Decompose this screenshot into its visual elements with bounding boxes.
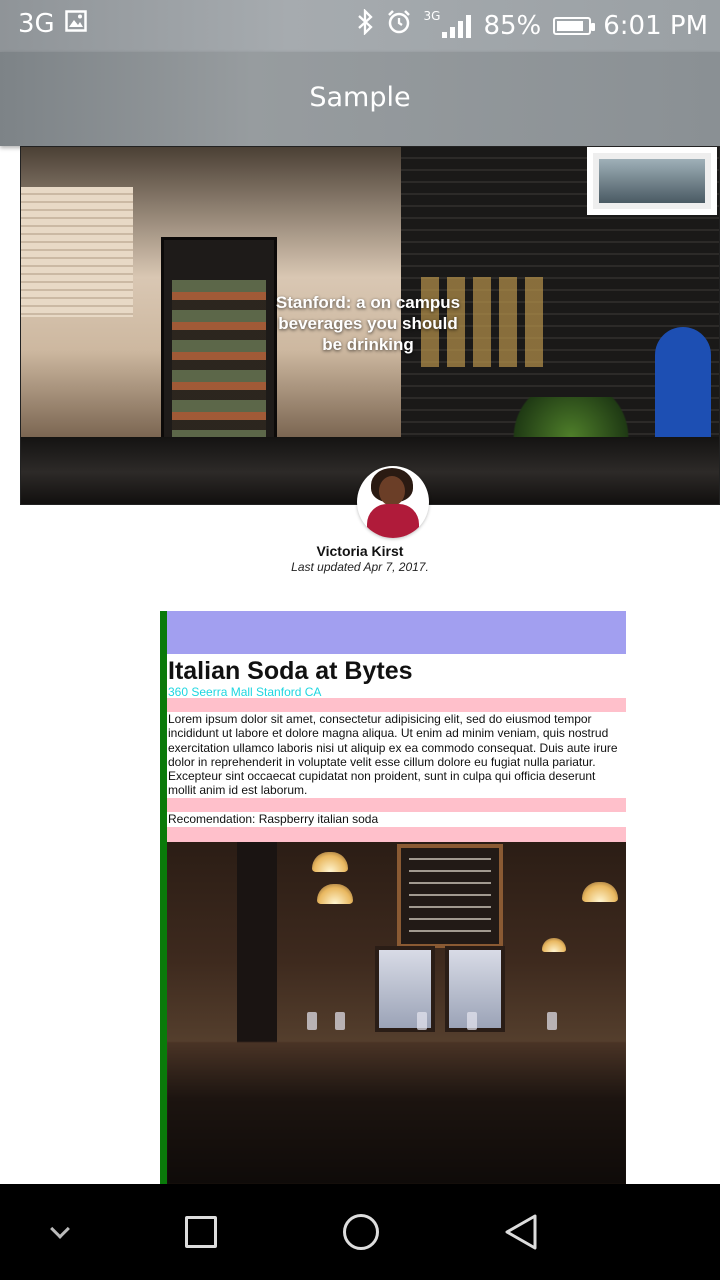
hero-title: Stanford: a on campus beverages you shou… [275,293,461,354]
network-small: 3G [423,8,441,23]
image-icon [64,9,87,39]
battery-percent: 85% [483,10,542,41]
bluetooth-icon [356,8,374,42]
home-circle-icon[interactable] [311,1184,411,1280]
alarm-icon [386,9,412,42]
status-left: 3G [18,9,87,39]
recommendation: Recomendation: Raspberry italian soda [168,812,379,826]
article-card: Italian Soda at Bytes 360 Seerra Mall St… [167,611,626,1184]
card-header-band [167,611,626,654]
chevron-down-icon[interactable] [10,1184,110,1280]
card-accent-bar [160,611,167,1184]
last-updated: Last updated Apr 7, 2017. [291,560,429,574]
hero-image[interactable]: Stanford: a on campus beverages you shou… [20,146,720,505]
signal-icon [442,14,472,38]
navigation-bar [0,1184,720,1280]
battery-fill [557,20,583,31]
battery-icon [553,16,596,35]
article-address[interactable]: 360 Seerra Mall Stanford CA [168,685,321,699]
status-right: 3G 85% 6:01 PM [356,8,708,42]
author-name: Victoria Kirst [316,543,404,559]
app-title: Sample [309,82,411,113]
status-bar: 3G 3G 85% 6:01 PM [0,0,720,52]
divider-band [167,798,626,812]
app-bar: Sample [0,52,720,146]
network-type: 3G [18,9,55,39]
recents-square-icon[interactable] [151,1184,251,1280]
divider-band [167,827,626,842]
divider-band [167,698,626,712]
restaurant-photo [167,842,626,1184]
article-body: Lorem ipsum dolor sit amet, consectetur … [168,712,618,798]
back-triangle-icon[interactable] [471,1184,571,1280]
article-title: Italian Soda at Bytes [168,657,413,685]
clock: 6:01 PM [603,10,708,41]
avatar[interactable] [357,466,429,538]
